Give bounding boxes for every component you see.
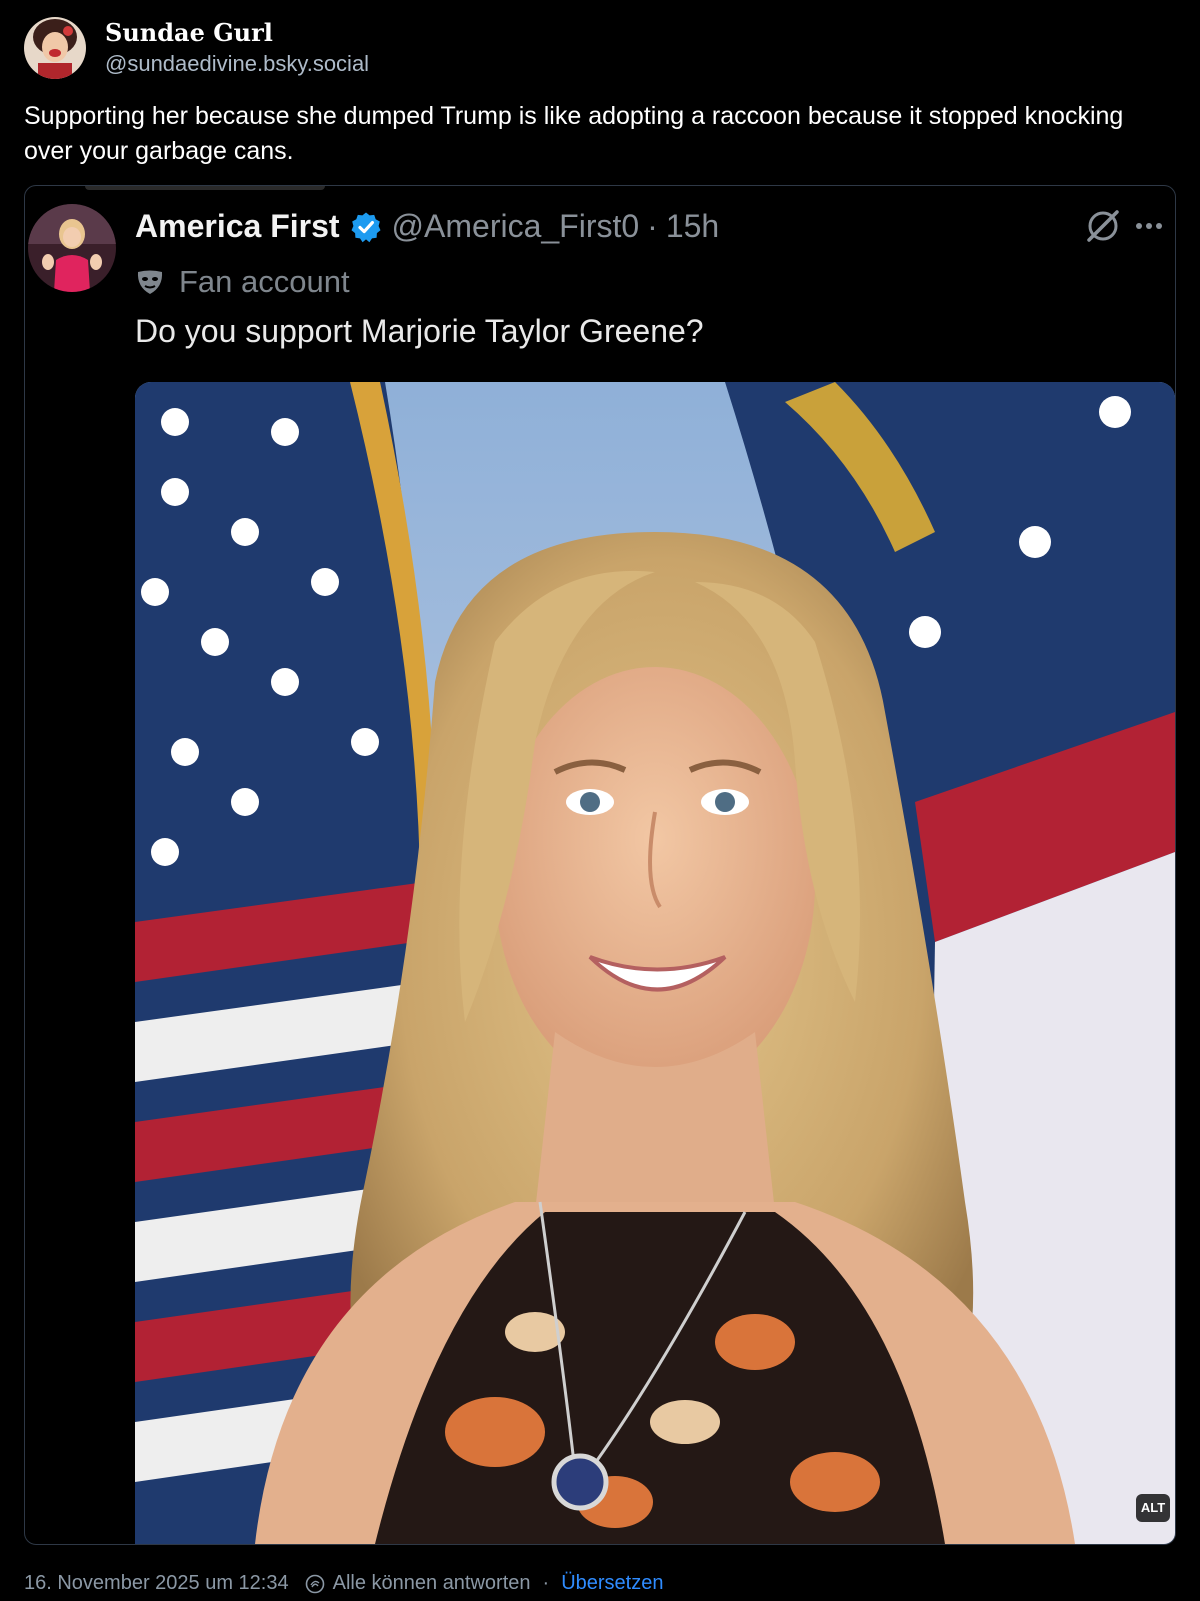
post-header: Sundae Gurl @sundaedivine.bsky.social <box>24 17 369 79</box>
reply-setting-label[interactable]: Alle können antworten <box>333 1572 531 1595</box>
quoted-header: America First @America_First0 · 15h <box>135 208 719 245</box>
quoted-author-avatar <box>28 204 116 292</box>
author-block: Sundae Gurl @sundaedivine.bsky.social <box>105 18 369 78</box>
author-avatar[interactable] <box>24 17 86 79</box>
portrait-photo <box>135 382 1175 1544</box>
quoted-timestamp: 15h <box>665 208 720 244</box>
fan-account-label: Fan account <box>179 264 350 299</box>
post-footer: 16. November 2025 um 12:34 Alle können a… <box>24 1572 663 1595</box>
author-handle[interactable]: @sundaedivine.bsky.social <box>105 50 369 78</box>
quoted-image-card[interactable]: America First @America_First0 · 15h Fan … <box>24 185 1176 1545</box>
more-icon <box>1135 214 1163 238</box>
verified-badge-icon <box>350 211 382 243</box>
quoted-post-text: Do you support Marjorie Taylor Greene? <box>135 313 704 349</box>
fan-account-label-row: Fan account <box>135 264 350 300</box>
quoted-author-name: America First <box>135 208 340 244</box>
post-text: Supporting her because she dumped Trump … <box>24 102 1124 165</box>
quoted-author-handle: @America_First0 <box>391 208 640 244</box>
translate-link[interactable]: Übersetzen <box>561 1572 663 1595</box>
author-display-name[interactable]: Sundae Gurl <box>105 18 369 48</box>
reply-settings-icon <box>305 1574 325 1594</box>
grok-icon <box>1083 206 1123 246</box>
post-timestamp[interactable]: 16. November 2025 um 12:34 <box>24 1572 289 1595</box>
mask-icon <box>135 267 165 297</box>
footer-separator: · <box>542 1572 550 1594</box>
alt-text-badge[interactable]: ALT <box>1136 1494 1170 1522</box>
header-separator: · <box>647 208 658 244</box>
cropped-text-strip <box>85 186 325 190</box>
